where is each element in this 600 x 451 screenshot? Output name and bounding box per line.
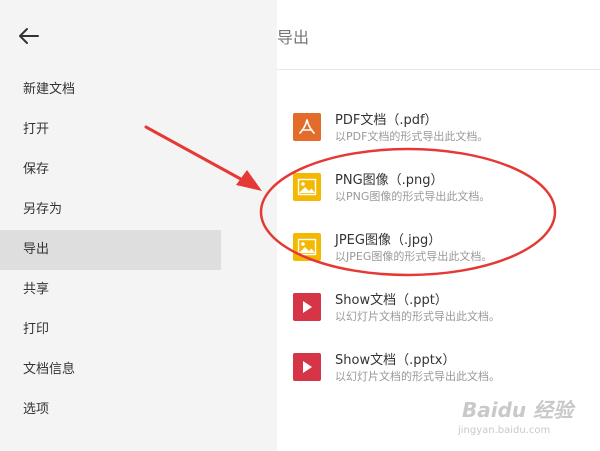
sidebar-menu: 新建文档 打开 保存 另存为 导出 共享 打印 文档信息 选项 — [0, 70, 221, 430]
arrow-left-icon — [19, 28, 39, 44]
sidebar-item-doc-info[interactable]: 文档信息 — [0, 350, 221, 390]
sidebar-item-new[interactable]: 新建文档 — [0, 70, 221, 110]
pdf-icon — [293, 113, 321, 141]
export-panel: 导出 PDF文档（.pdf） 以PDF文档的形式导出此文档。 PNG图像（.pn… — [277, 0, 600, 451]
export-option-name: JPEG图像（.jpg） — [335, 233, 442, 248]
export-option-jpeg[interactable]: JPEG图像（.jpg） 以JPEG图像的形式导出此文档。 — [293, 229, 583, 273]
export-option-ppt[interactable]: Show文档（.ppt） 以幻灯片文档的形式导出此文档。 — [293, 289, 583, 333]
sidebar-item-save-as[interactable]: 另存为 — [0, 190, 221, 230]
sidebar-item-print[interactable]: 打印 — [0, 310, 221, 350]
image-icon — [293, 233, 321, 261]
export-option-name: Show文档（.pptx） — [335, 353, 456, 368]
sidebar-item-open[interactable]: 打开 — [0, 110, 221, 150]
export-option-desc: 以PNG图像的形式导出此文档。 — [335, 190, 491, 203]
sidebar-item-share[interactable]: 共享 — [0, 270, 221, 310]
backstage-sidebar: 新建文档 打开 保存 另存为 导出 共享 打印 文档信息 选项 — [0, 0, 277, 451]
export-option-name: Show文档（.ppt） — [335, 293, 448, 308]
export-option-pptx[interactable]: Show文档（.pptx） 以幻灯片文档的形式导出此文档。 — [293, 349, 583, 393]
export-option-desc: 以JPEG图像的形式导出此文档。 — [335, 250, 493, 263]
page-title: 导出 — [277, 28, 310, 47]
export-option-name: PNG图像（.png） — [335, 173, 444, 188]
export-option-png[interactable]: PNG图像（.png） 以PNG图像的形式导出此文档。 — [293, 169, 583, 213]
sidebar-item-export[interactable]: 导出 — [0, 230, 221, 270]
title-divider — [277, 69, 600, 70]
export-option-desc: 以幻灯片文档的形式导出此文档。 — [335, 370, 500, 383]
export-option-pdf[interactable]: PDF文档（.pdf） 以PDF文档的形式导出此文档。 — [293, 109, 583, 153]
sidebar-item-options[interactable]: 选项 — [0, 390, 221, 430]
export-option-name: PDF文档（.pdf） — [335, 113, 438, 128]
show-icon — [293, 293, 321, 321]
show-icon — [293, 353, 321, 381]
export-option-desc: 以幻灯片文档的形式导出此文档。 — [335, 310, 500, 323]
image-icon — [293, 173, 321, 201]
sidebar-item-save[interactable]: 保存 — [0, 150, 221, 190]
export-option-desc: 以PDF文档的形式导出此文档。 — [335, 130, 489, 143]
back-button[interactable] — [14, 22, 44, 50]
